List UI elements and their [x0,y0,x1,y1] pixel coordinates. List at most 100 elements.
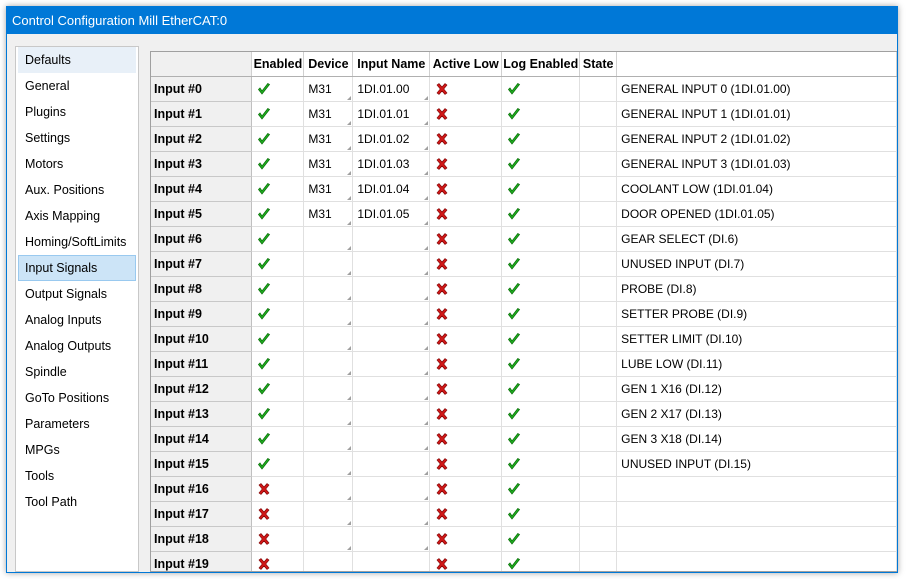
sidebar-item-analog-outputs[interactable]: Analog Outputs [18,333,136,359]
col-header-input-name[interactable]: Input Name [352,52,431,77]
cell-active-low[interactable] [429,426,503,452]
cell-input-name[interactable] [352,276,431,302]
cell-log-enabled[interactable] [501,326,581,352]
cell-enabled[interactable] [251,76,305,102]
cell-input-name[interactable] [352,551,431,571]
cell-device[interactable] [303,451,354,477]
cell-input-name[interactable] [352,326,431,352]
sidebar-item-axis-mapping[interactable]: Axis Mapping [18,203,136,229]
cell-input-name[interactable] [352,226,431,252]
cell-enabled[interactable] [251,426,305,452]
cell-log-enabled[interactable] [501,476,581,502]
sidebar-item-parameters[interactable]: Parameters [18,411,136,437]
cell-device[interactable] [303,551,354,571]
cell-enabled[interactable] [251,101,305,127]
cell-enabled[interactable] [251,201,305,227]
cell-device[interactable] [303,401,354,427]
cell-input-name[interactable] [352,476,431,502]
cell-log-enabled[interactable] [501,251,581,277]
col-header-active-low[interactable]: Active Low [429,52,503,77]
row-header[interactable]: Input #5 [151,201,253,227]
cell-device[interactable] [303,326,354,352]
cell-enabled[interactable] [251,301,305,327]
cell-active-low[interactable] [429,276,503,302]
cell-active-low[interactable] [429,526,503,552]
sidebar-item-defaults[interactable]: Defaults [18,47,136,73]
cell-log-enabled[interactable] [501,201,581,227]
row-header[interactable]: Input #10 [151,326,253,352]
cell-device[interactable] [303,251,354,277]
cell-active-low[interactable] [429,301,503,327]
cell-device[interactable]: M31 [303,126,354,152]
cell-input-name[interactable] [352,301,431,327]
cell-log-enabled[interactable] [501,401,581,427]
cell-active-low[interactable] [429,101,503,127]
sidebar-item-settings[interactable]: Settings [18,125,136,151]
row-header[interactable]: Input #16 [151,476,253,502]
col-header-device[interactable]: Device [303,52,354,77]
cell-input-name[interactable]: 1DI.01.00 [352,76,431,102]
sidebar-item-spindle[interactable]: Spindle [18,359,136,385]
cell-log-enabled[interactable] [501,101,581,127]
cell-enabled[interactable] [251,151,305,177]
cell-device[interactable]: M31 [303,101,354,127]
row-header[interactable]: Input #7 [151,251,253,277]
cell-log-enabled[interactable] [501,301,581,327]
cell-log-enabled[interactable] [501,501,581,527]
cell-device[interactable] [303,526,354,552]
col-header-enabled[interactable]: Enabled [251,52,305,77]
sidebar-item-output-signals[interactable]: Output Signals [18,281,136,307]
cell-active-low[interactable] [429,226,503,252]
cell-enabled[interactable] [251,276,305,302]
cell-input-name[interactable]: 1DI.01.01 [352,101,431,127]
cell-input-name[interactable]: 1DI.01.02 [352,126,431,152]
cell-device[interactable]: M31 [303,76,354,102]
sidebar-item-analog-inputs[interactable]: Analog Inputs [18,307,136,333]
cell-log-enabled[interactable] [501,551,581,571]
row-header[interactable]: Input #11 [151,351,253,377]
cell-input-name[interactable]: 1DI.01.04 [352,176,431,202]
cell-input-name[interactable] [352,501,431,527]
cell-input-name[interactable]: 1DI.01.03 [352,151,431,177]
row-header[interactable]: Input #17 [151,501,253,527]
cell-log-enabled[interactable] [501,376,581,402]
cell-active-low[interactable] [429,351,503,377]
cell-active-low[interactable] [429,251,503,277]
cell-enabled[interactable] [251,476,305,502]
cell-active-low[interactable] [429,501,503,527]
cell-enabled[interactable] [251,526,305,552]
cell-active-low[interactable] [429,126,503,152]
cell-enabled[interactable] [251,401,305,427]
cell-device[interactable]: M31 [303,176,354,202]
cell-active-low[interactable] [429,76,503,102]
cell-input-name[interactable] [352,451,431,477]
row-header[interactable]: Input #1 [151,101,253,127]
cell-active-low[interactable] [429,376,503,402]
cell-enabled[interactable] [251,226,305,252]
row-header[interactable]: Input #13 [151,401,253,427]
cell-enabled[interactable] [251,326,305,352]
row-header[interactable]: Input #3 [151,151,253,177]
row-header[interactable]: Input #8 [151,276,253,302]
sidebar-item-motors[interactable]: Motors [18,151,136,177]
cell-input-name[interactable] [352,426,431,452]
sidebar-item-plugins[interactable]: Plugins [18,99,136,125]
cell-log-enabled[interactable] [501,126,581,152]
cell-input-name[interactable] [352,376,431,402]
cell-device[interactable] [303,376,354,402]
sidebar-item-goto-positions[interactable]: GoTo Positions [18,385,136,411]
row-header[interactable]: Input #4 [151,176,253,202]
cell-input-name[interactable] [352,351,431,377]
row-header[interactable]: Input #12 [151,376,253,402]
cell-enabled[interactable] [251,251,305,277]
row-header[interactable]: Input #15 [151,451,253,477]
cell-device[interactable] [303,501,354,527]
cell-log-enabled[interactable] [501,76,581,102]
sidebar-item-tool-path[interactable]: Tool Path [18,489,136,515]
cell-active-low[interactable] [429,151,503,177]
cell-enabled[interactable] [251,551,305,571]
row-header[interactable]: Input #14 [151,426,253,452]
cell-device[interactable] [303,276,354,302]
cell-log-enabled[interactable] [501,276,581,302]
sidebar-item-tools[interactable]: Tools [18,463,136,489]
